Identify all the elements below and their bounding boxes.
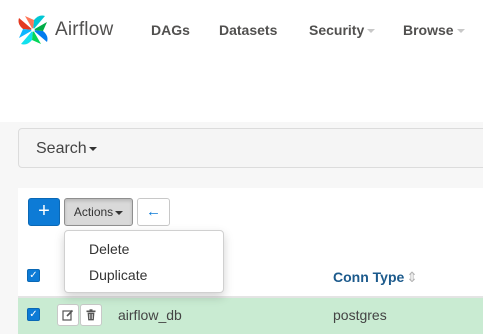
nav-browse-label: Browse [403,22,454,38]
search-dropdown-toggle[interactable]: Search [36,140,97,158]
trash-icon [86,309,96,321]
nav-security[interactable]: Security [309,22,376,38]
conn-type-cell: postgres [333,307,387,323]
row-checkbox[interactable]: ✓ [27,308,40,321]
nav-dags-label: DAGs [151,22,190,38]
nav-security-label: Security [309,22,365,38]
search-label: Search [36,140,87,157]
chevron-down-icon [367,29,376,34]
actions-button[interactable]: Actions [64,198,133,226]
chevron-down-icon [456,29,465,34]
delete-button[interactable] [80,304,102,326]
conn-id-cell[interactable]: airflow_db [118,307,182,323]
edit-icon [62,309,74,321]
conn-type-header-label: Conn Type [333,269,405,285]
plus-icon: + [38,200,50,222]
airflow-logo-icon [18,15,48,45]
add-connection-button[interactable]: + [28,198,60,226]
column-header-conn-type[interactable]: Conn Type ⇕ [333,269,418,286]
actions-dropdown-menu: Delete Duplicate [64,230,224,293]
menu-item-delete[interactable]: Delete [89,241,129,257]
edit-button[interactable] [57,304,79,326]
caret-down-icon [88,146,97,151]
brand[interactable]: Airflow [15,12,113,48]
back-button[interactable]: ← [137,198,170,226]
top-navbar: Airflow DAGs Datasets Security Browse [0,0,483,122]
sort-icon: ⇕ [406,269,419,285]
search-filter-bar[interactable]: Search [18,128,483,168]
nav-browse[interactable]: Browse [403,22,465,38]
arrow-left-icon: ← [146,203,161,220]
brand-name: Airflow [55,19,114,40]
nav-datasets[interactable]: Datasets [219,22,277,38]
actions-label: Actions [73,205,114,219]
caret-down-icon [115,210,124,215]
menu-item-duplicate[interactable]: Duplicate [89,267,147,283]
select-all-checkbox[interactable]: ✓ [27,269,40,282]
nav-datasets-label: Datasets [219,22,278,38]
nav-dags[interactable]: DAGs [151,22,190,38]
